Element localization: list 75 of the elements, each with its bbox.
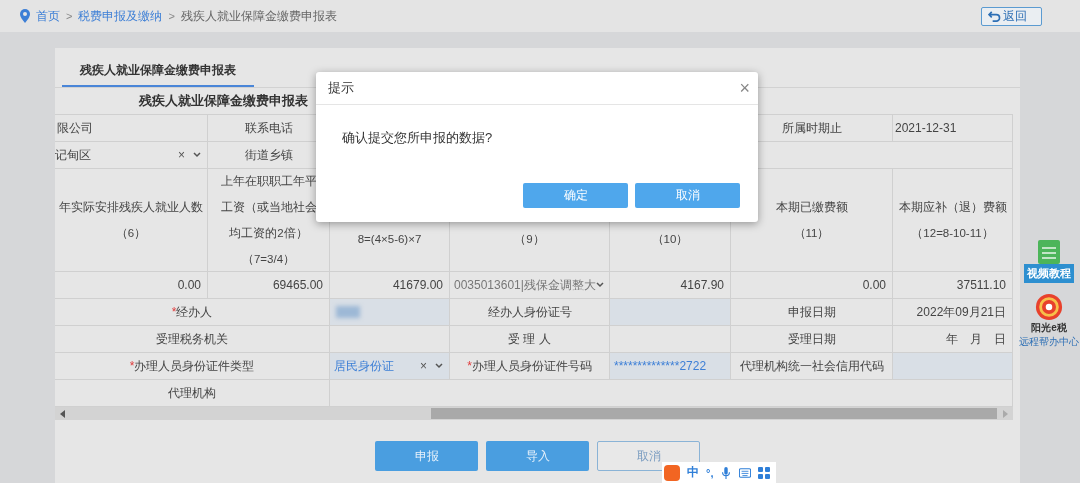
horizontal-scrollbar[interactable] [55, 407, 1013, 420]
table-cell-text: 街道乡镇 [244, 146, 293, 164]
dialog-message: 确认提交您所申报的数据? [342, 130, 493, 145]
page-title: 残疾人就业保障金缴费申报表 [180, 7, 337, 25]
remote-help-link[interactable]: 远程帮办中心 [1019, 335, 1079, 349]
table-cell-text: 申报日期 [787, 303, 836, 321]
action-button[interactable]: 申报 [375, 441, 478, 471]
table-cell-text: 受 理 人 [508, 330, 551, 348]
punctuation-toggle[interactable]: °, [706, 466, 714, 479]
required-label: *经办人 [171, 303, 213, 321]
column-header-text: 年实际安排残疾人就业人数 [59, 200, 203, 215]
amount-text: 0.00 [177, 278, 201, 292]
input-field[interactable]: **************2722 [610, 353, 730, 379]
close-button[interactable]: × [739, 77, 750, 99]
blurred-name [336, 306, 360, 318]
column-header-text: 本期应补（退）费额 [898, 200, 1007, 215]
amount-text: 37511.10 [956, 278, 1006, 292]
location-pin-icon [20, 9, 30, 23]
brand-name: 阳光e税 [1031, 321, 1067, 335]
select-field[interactable]: 居民身份证 × [330, 353, 449, 379]
amount-text: 4167.90 [680, 278, 724, 292]
back-button[interactable]: 返回 [981, 6, 1042, 26]
keyboard-icon[interactable] [739, 466, 752, 479]
column-header-text: 上年在职职工年平 [220, 174, 317, 189]
column-header-text: （11） [793, 226, 830, 241]
table-cell-text: 限公司 [56, 119, 93, 137]
breadcrumb-separator: > [66, 10, 73, 22]
swirl-logo-icon [1035, 293, 1063, 321]
column-header-text: 工资（或当地社会 [220, 200, 317, 215]
amount-text: 0.00 [862, 278, 886, 292]
table-cell-text: 年 月 日 [946, 330, 1006, 348]
table-cell-text: 代理机构统一社会信用代码 [739, 357, 884, 375]
table-cell-text: 受理日期 [787, 330, 836, 348]
select-field[interactable]: 记甸区 × [55, 142, 207, 168]
breadcrumb-separator: > [168, 10, 175, 22]
table-cell-text: 2022年09月21日 [916, 303, 1006, 321]
dialog-title: 提示 [328, 79, 354, 97]
table-cell-text: 受理税务机关 [156, 330, 228, 348]
caret-icon [193, 152, 201, 158]
dialog-button[interactable]: 确定 [523, 183, 628, 208]
column-header-text: （10） [651, 232, 689, 247]
microphone-icon[interactable] [720, 466, 733, 479]
column-header-text: 均工资的2倍） [229, 226, 308, 241]
breadcrumb-link[interactable]: 税费申报及缴纳 [78, 7, 163, 25]
dialog-button[interactable]: 取消 [635, 183, 740, 208]
column-header-text: （6） [115, 226, 147, 241]
caret-icon [435, 363, 443, 369]
column-header-text: 本期已缴费额 [775, 200, 848, 215]
column-header-text: 8=(4×5-6)×7 [357, 232, 422, 247]
select-field[interactable]: 0035013601|残保金调整大 [450, 272, 609, 298]
table-cell-text: 代理机构 [168, 384, 216, 402]
video-tutorial-button[interactable]: 视频教程 [1024, 264, 1074, 283]
table-cell-text: 经办人身份证号 [487, 303, 572, 321]
clear-icon[interactable]: × [420, 359, 427, 373]
form-title: 残疾人就业保障金缴费申报表 [139, 92, 308, 110]
input-field[interactable] [330, 299, 449, 325]
grid-menu-icon[interactable] [758, 466, 771, 479]
ime-logo-icon[interactable] [664, 464, 680, 481]
column-header-text: （9） [514, 232, 545, 247]
action-button[interactable]: 导入 [486, 441, 589, 471]
form-tab[interactable]: 残疾人就业保障金缴费申报表 [62, 48, 254, 87]
required-label: *办理人员身份证件号码 [467, 357, 592, 375]
amount-text: 41679.00 [392, 278, 443, 292]
table-cell-text: 2021-12-31 [894, 121, 957, 135]
column-header-text: （12=8-10-11） [911, 226, 994, 241]
table-cell-text: 所属时期止 [781, 119, 842, 137]
return-arrow-icon [988, 10, 1001, 22]
required-label: *办理人员身份证件类型 [129, 357, 255, 375]
table-cell-text: 联系电话 [244, 119, 293, 137]
breadcrumb-link[interactable]: 首页 [36, 7, 60, 25]
scroll-left-icon[interactable] [60, 409, 66, 418]
column-header-text: （7=3/4） [241, 252, 296, 267]
caret-icon [595, 282, 604, 288]
amount-text: 69465.00 [272, 278, 323, 292]
clear-icon[interactable]: × [178, 148, 185, 162]
